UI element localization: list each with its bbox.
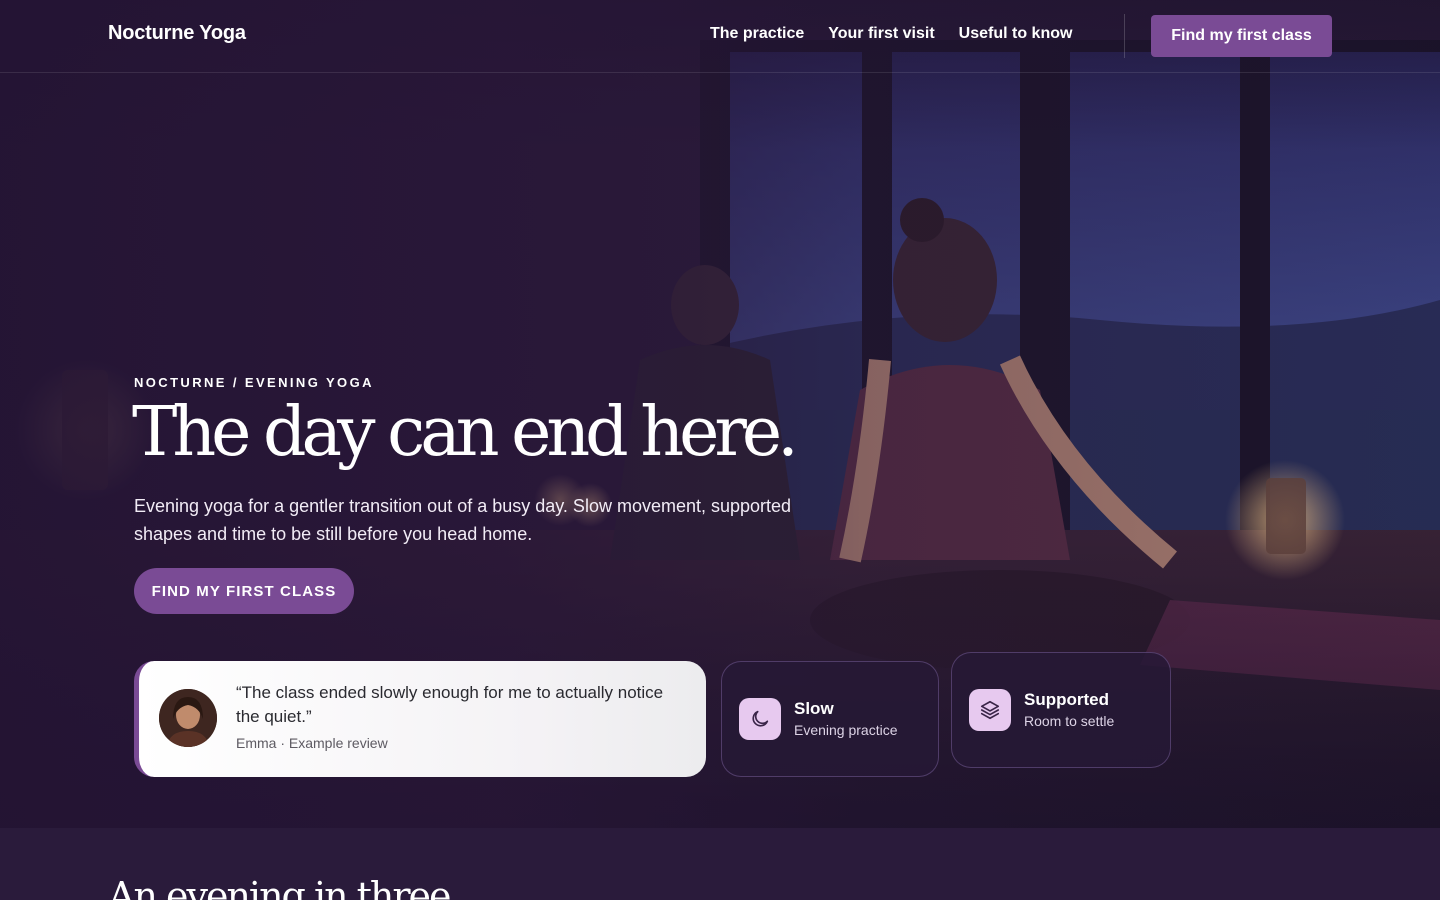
nav-divider [1124,14,1125,58]
feature-title: Supported [1024,690,1109,709]
feature-subtitle: Evening practice [794,722,898,738]
feature-subtitle: Room to settle [1024,713,1115,729]
review-quote: “The class ended slowly enough for me to… [236,683,664,726]
nav-links: The practice Your first visit Useful to … [710,25,1072,43]
find-first-class-button[interactable]: Find my first class [1151,15,1332,57]
brand-logo[interactable]: Nocturne Yoga [108,22,246,45]
feature-title: Slow [794,699,834,718]
reviewer-avatar [159,689,217,747]
top-nav: Nocturne Yoga The practice Your first vi… [0,0,1440,73]
moon-icon [739,698,781,740]
nav-link-your-first-visit[interactable]: Your first visit [828,25,934,43]
review-card: “The class ended slowly enough for me to… [134,661,706,777]
hero-headline: The day can end here. [132,393,799,472]
feature-card-slow: Slow Evening practice [721,661,939,777]
feature-card-supported: Supported Room to settle [951,652,1171,768]
reviewer-avatar-image [159,689,217,747]
nav-link-useful-to-know[interactable]: Useful to know [959,25,1073,43]
layers-icon [969,689,1011,731]
hero-description: Evening yoga for a gentler transition ou… [134,496,792,544]
hero-find-first-class-button[interactable]: FIND MY FIRST CLASS [134,568,354,614]
hero-eyebrow: NOCTURNE / EVENING YOGA [134,375,374,390]
evening-section: An evening in three [0,828,1440,900]
nav-link-the-practice[interactable]: The practice [710,25,804,43]
section-title: An evening in three [108,874,452,900]
review-attribution: Emma · Example review [236,735,388,751]
